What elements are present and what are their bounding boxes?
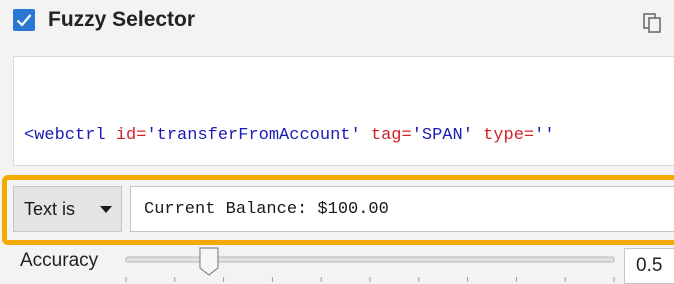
match-mode-dropdown[interactable]: Text is <box>13 186 122 232</box>
selector-code-box[interactable]: <webctrl id='transferFromAccount' tag='S… <box>13 56 674 220</box>
code-token-val: 'transferFromAccount' <box>146 126 371 145</box>
copy-button[interactable] <box>640 10 666 36</box>
chevron-down-icon <box>100 206 112 213</box>
enable-checkbox[interactable] <box>13 9 35 31</box>
accuracy-slider[interactable] <box>120 244 620 284</box>
code-token-tag: <webctrl <box>24 126 116 145</box>
code-line-1: <webctrl id='transferFromAccount' tag='S… <box>24 123 555 148</box>
code-token-attr: tag= <box>370 126 412 145</box>
code-token-attr: id= <box>115 126 147 145</box>
accuracy-label: Accuracy <box>20 250 99 271</box>
match-mode-label: Text is <box>24 199 76 219</box>
checkmark-icon <box>16 14 32 27</box>
copy-icon <box>643 13 661 33</box>
code-token-attr: type= <box>483 126 535 145</box>
code-token-val: '' <box>534 126 555 145</box>
slider-thumb <box>199 247 219 276</box>
code-token-val: 'SPAN' <box>411 126 484 145</box>
slider-ticks <box>125 277 615 282</box>
accuracy-value-box[interactable]: 0.5 <box>624 248 674 284</box>
panel-title: Fuzzy Selector <box>48 8 196 31</box>
match-text-input[interactable] <box>130 186 674 232</box>
accuracy-value: 0.5 <box>636 255 663 276</box>
header: Fuzzy Selector <box>0 0 674 44</box>
slider-track <box>125 256 615 263</box>
